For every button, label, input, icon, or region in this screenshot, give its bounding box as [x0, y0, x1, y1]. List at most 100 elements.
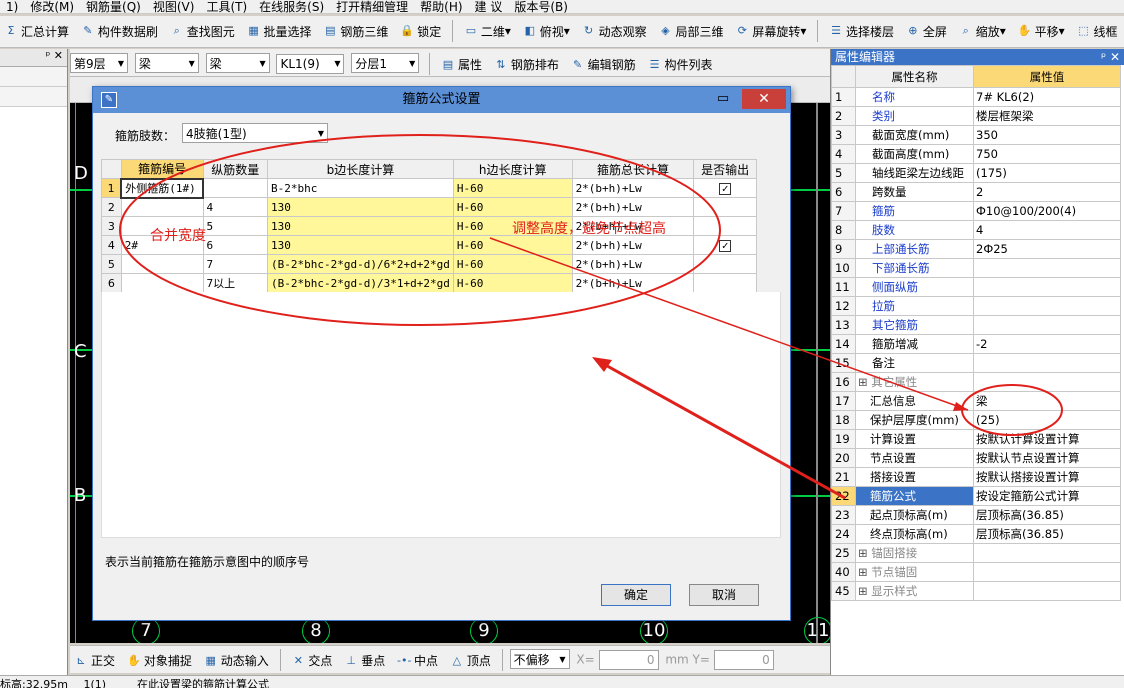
close-icon[interactable]: ᵖ ✕	[1101, 49, 1120, 65]
property-value[interactable]: (25)	[973, 410, 1121, 430]
dynamic-input-toggle[interactable]: ▦ 动态输入	[200, 648, 273, 674]
minimize-icon[interactable]: ▭	[710, 89, 736, 109]
perpendicular-snap[interactable]: ⊥ 垂点	[340, 648, 389, 674]
close-button[interactable]: ✕	[742, 89, 786, 109]
rebar-3d-button[interactable]: ▤ 钢筋三维	[319, 16, 392, 46]
property-value[interactable]: 层顶标高(36.85)	[973, 505, 1121, 525]
total-length-cell[interactable]: 2*(b+h)+Lw	[571, 254, 695, 274]
view-2d-button[interactable]: ▭ 二维 ▾	[460, 16, 515, 46]
total-length-cell[interactable]: 2*(b+h)+Lw	[571, 178, 695, 198]
output-cell[interactable]: ✓	[693, 235, 757, 255]
property-row[interactable]: 14 箍筋增减 -2	[831, 334, 1121, 354]
stirrup-id-cell[interactable]	[120, 273, 204, 293]
cancel-button[interactable]: 取消	[689, 584, 759, 606]
formula-row[interactable]: 5 7 (B-2*bhc-2*gd-d)/6*2+d+2*gd H-60 2*(b+h)…	[101, 254, 757, 274]
property-row[interactable]: 16 ⊞ 其它属性	[831, 372, 1121, 392]
total-length-cell[interactable]: 2*(b+h)+Lw	[571, 197, 695, 217]
fullscreen-button[interactable]: ⊕ 全屏	[902, 16, 951, 46]
h-length-cell[interactable]: H-60	[452, 178, 573, 198]
property-value[interactable]: 750	[973, 144, 1121, 164]
stirrup-id-cell[interactable]	[120, 254, 204, 274]
rebar-qty-cell[interactable]	[202, 178, 269, 198]
menu-item[interactable]: 视图(V)	[147, 1, 201, 13]
type-select[interactable]: 梁 ▼	[205, 53, 270, 73]
property-value[interactable]: 350	[973, 125, 1121, 145]
rebar-qty-cell[interactable]: 4	[202, 197, 269, 217]
output-cell[interactable]	[693, 216, 757, 236]
property-value[interactable]: -2	[973, 334, 1121, 354]
zoom-button[interactable]: ⌕ 缩放 ▾	[955, 16, 1010, 46]
menu-item[interactable]: 版本号(B)	[508, 1, 574, 13]
floor-select[interactable]: 第9层 ▼	[70, 53, 128, 73]
h-length-cell[interactable]: H-60	[452, 254, 573, 274]
category-select[interactable]: 梁 ▼	[134, 53, 199, 73]
h-length-cell[interactable]: H-60	[452, 235, 573, 255]
property-row[interactable]: 18 保护层厚度(mm) (25)	[831, 410, 1121, 430]
batch-select-button[interactable]: ▦ 批量选择	[243, 16, 316, 46]
summary-calc-button[interactable]: Σ 汇总计算	[0, 16, 73, 46]
b-length-cell[interactable]: (B-2*bhc-2*gd-d)/6*2+d+2*gd	[267, 254, 454, 274]
property-row[interactable]: 5 轴线距梁左边线距 (175)	[831, 163, 1121, 183]
menu-item[interactable]: 帮助(H)	[414, 1, 468, 13]
rebar-qty-cell[interactable]: 7以上	[202, 273, 269, 293]
property-value[interactable]: 层顶标高(36.85)	[973, 524, 1121, 544]
expand-icon[interactable]: ⊞	[858, 375, 871, 389]
output-cell[interactable]	[693, 197, 757, 217]
expand-icon[interactable]: ⊞	[858, 546, 871, 560]
property-row[interactable]: 45 ⊞ 显示样式	[831, 581, 1121, 601]
ok-button[interactable]: 确定	[601, 584, 671, 606]
property-value[interactable]	[973, 258, 1121, 278]
property-row[interactable]: 8 肢数 4	[831, 220, 1121, 240]
y-input[interactable]: 0	[713, 649, 774, 670]
property-value[interactable]: 2Ф25	[973, 239, 1121, 259]
property-row[interactable]: 17 汇总信息 梁	[831, 391, 1121, 411]
x-input[interactable]: 0	[598, 649, 659, 670]
legs-select[interactable]: 4肢箍(1型) ▼	[182, 123, 328, 143]
find-element-button[interactable]: ⌕ 查找图元	[166, 16, 239, 46]
row-number[interactable]: 3	[101, 216, 122, 236]
property-row[interactable]: 11 侧面纵筋	[831, 277, 1121, 297]
row-number[interactable]: 4	[101, 235, 122, 255]
rebar-qty-cell[interactable]: 5	[202, 216, 269, 236]
property-value[interactable]: (175)	[973, 163, 1121, 183]
property-row[interactable]: 22 箍筋公式 按设定箍筋公式计算	[831, 486, 1121, 506]
row-number[interactable]: 6	[101, 273, 122, 293]
property-row[interactable]: 15 备注	[831, 353, 1121, 373]
expand-icon[interactable]: ⊞	[858, 584, 871, 598]
h-length-cell[interactable]: H-60	[452, 197, 573, 217]
property-value[interactable]: 按默认计算设置计算	[973, 429, 1121, 449]
formula-row[interactable]: 2 4 130 H-60 2*(b+h)+Lw	[101, 197, 757, 217]
brush-button[interactable]: ✎ 构件数据刷	[77, 16, 162, 46]
row-number[interactable]: 2	[101, 197, 122, 217]
left-panel-header[interactable]: ᵖ ✕	[0, 49, 67, 67]
edit-rebar-button[interactable]: ✎ 编辑钢筋	[567, 52, 640, 77]
rebar-qty-cell[interactable]: 6	[202, 235, 269, 255]
property-row[interactable]: 23 起点顶标高(m) 层顶标高(36.85)	[831, 505, 1121, 525]
lock-button[interactable]: 🔒 锁定	[396, 16, 445, 46]
property-row[interactable]: 20 节点设置 按默认节点设置计算	[831, 448, 1121, 468]
b-length-cell[interactable]: B-2*bhc	[267, 178, 454, 198]
dynamic-view-button[interactable]: ↻ 动态观察	[578, 16, 651, 46]
property-value[interactable]	[973, 543, 1121, 563]
property-row[interactable]: 2 类别 楼层框架梁	[831, 106, 1121, 126]
row-number[interactable]: 5	[101, 254, 122, 274]
property-row[interactable]: 7 箍筋 Ф10@100/200(4)	[831, 201, 1121, 221]
property-value[interactable]	[973, 296, 1121, 316]
menu-item[interactable]: 在线服务(S)	[253, 1, 330, 13]
formula-row[interactable]: 1 外侧箍筋(1#) B-2*bhc H-60 2*(b+h)+Lw ✓	[101, 177, 757, 199]
properties-button[interactable]: ▤ 属性	[437, 52, 486, 77]
b-length-cell[interactable]: (B-2*bhc-2*gd-d)/3*1+d+2*gd	[267, 273, 454, 293]
property-row[interactable]: 10 下部通长筋	[831, 258, 1121, 278]
property-value[interactable]	[973, 581, 1121, 601]
property-value[interactable]: 按默认搭接设置计算	[973, 467, 1121, 487]
stirrup-id-cell[interactable]	[120, 197, 204, 217]
output-checkbox[interactable]: ✓	[719, 182, 732, 195]
property-row[interactable]: 9 上部通长筋 2Ф25	[831, 239, 1121, 259]
b-length-cell[interactable]: 130	[267, 197, 454, 217]
property-row[interactable]: 40 ⊞ 节点锚固	[831, 562, 1121, 582]
vertex-snap[interactable]: △ 顶点	[446, 648, 495, 674]
property-value[interactable]: 2	[973, 182, 1121, 202]
property-value[interactable]: 按设定箍筋公式计算	[973, 486, 1121, 506]
property-row[interactable]: 12 拉筋	[831, 296, 1121, 316]
property-value[interactable]: 按默认节点设置计算	[973, 448, 1121, 468]
